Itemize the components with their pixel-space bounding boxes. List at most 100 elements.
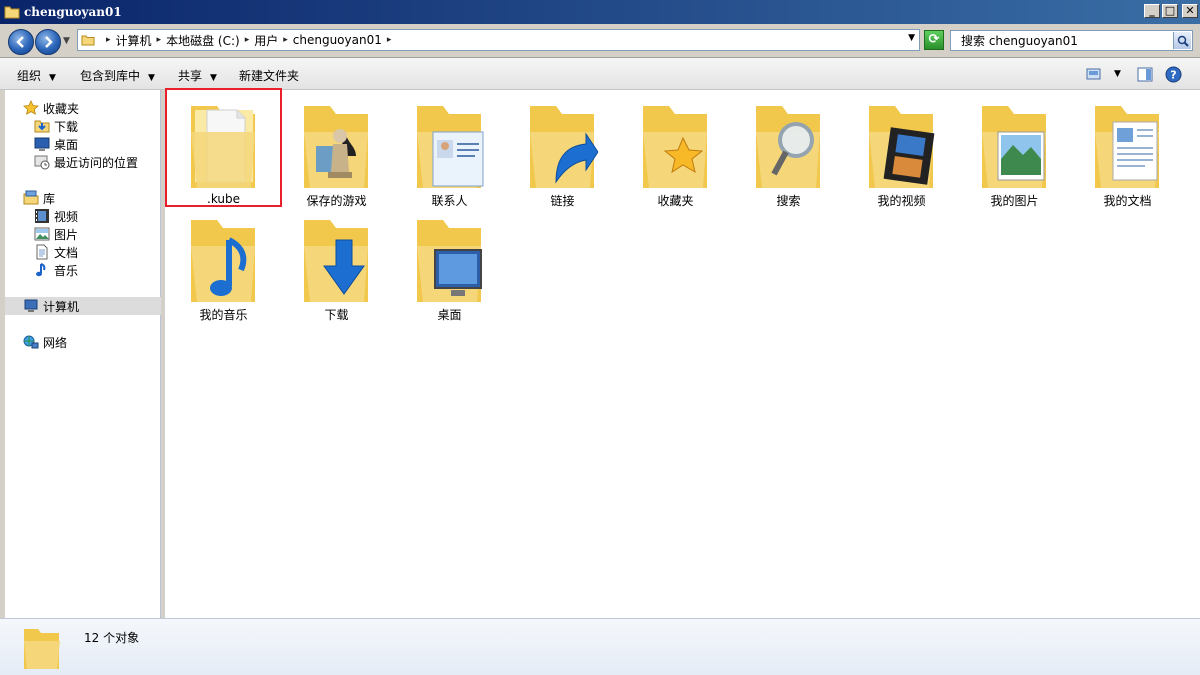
sidebar-item-documents[interactable]: 文档 <box>34 243 78 261</box>
sidebar-item-label: 音乐 <box>54 263 79 278</box>
sidebar-item-downloads[interactable]: 下载 <box>34 117 78 135</box>
organize-menu[interactable]: 组织 ▼ <box>17 67 56 84</box>
new-folder-button[interactable]: 新建文件夹 <box>239 67 299 84</box>
sidebar-item-recent-places[interactable]: 最近访问的位置 <box>34 153 138 171</box>
search-button[interactable] <box>1173 32 1191 49</box>
folder-icon <box>24 629 60 669</box>
command-bar: 组织 ▼ 包含到库中 ▼ 共享 ▼ 新建文件夹 ▼ ? <box>0 58 1200 90</box>
sidebar-item-computer[interactable]: 计算机 <box>5 297 161 315</box>
help-icon[interactable]: ? <box>1165 66 1182 83</box>
refresh-button[interactable]: ⟳ <box>924 30 944 50</box>
change-view-icon[interactable] <box>1086 67 1102 81</box>
file-item[interactable]: 联系人 <box>393 90 506 208</box>
sidebar-item-label: 下载 <box>54 119 79 134</box>
organize-label: 组织 <box>17 69 42 83</box>
back-button[interactable] <box>8 29 34 55</box>
title-bar: chenguoyan01 _ □ ✕ <box>0 0 1200 24</box>
file-item[interactable]: 链接 <box>506 90 619 208</box>
sidebar-item-label: 收藏夹 <box>43 101 80 116</box>
sidebar-item-label: 网络 <box>43 335 68 350</box>
videos-folder-icon <box>869 106 935 188</box>
music-icon <box>36 263 46 277</box>
document-icon <box>36 244 48 260</box>
saved-games-folder-icon <box>304 106 368 188</box>
sidebar-item-network[interactable]: 网络 <box>23 333 67 351</box>
sidebar-item-libraries[interactable]: 库 <box>23 189 55 207</box>
recent-places-icon <box>34 155 50 170</box>
chevron-right-icon[interactable]: ▸ <box>106 35 111 45</box>
desktop-icon <box>34 137 50 151</box>
downloads-folder-icon <box>304 220 368 302</box>
file-item[interactable]: 我的图片 <box>958 90 1071 208</box>
minimize-button[interactable]: _ <box>1144 4 1160 18</box>
breadcrumb-users[interactable]: 用户 <box>254 32 278 49</box>
star-icon <box>23 100 39 115</box>
file-item[interactable]: .kube <box>165 88 282 207</box>
chevron-down-icon: ▼ <box>49 73 56 83</box>
sidebar-item-label: 计算机 <box>43 299 80 314</box>
arrow-right-icon <box>45 36 53 48</box>
sidebar-item-desktop[interactable]: 桌面 <box>34 135 78 153</box>
documents-folder-icon <box>1095 106 1159 188</box>
breadcrumb-computer[interactable]: 计算机 <box>116 32 152 49</box>
window-title: chenguoyan01 <box>24 5 122 19</box>
preview-pane-icon[interactable] <box>1137 67 1153 82</box>
share-menu[interactable]: 共享 ▼ <box>178 67 217 84</box>
sidebar-item-label: 视频 <box>54 209 79 224</box>
maximize-button[interactable]: □ <box>1162 4 1178 18</box>
refresh-icon: ⟳ <box>928 32 940 47</box>
share-label: 共享 <box>178 69 203 83</box>
folder-icon <box>81 35 95 46</box>
network-icon <box>23 335 39 349</box>
file-item[interactable]: 收藏夹 <box>619 90 732 208</box>
recent-pages-dropdown[interactable]: ▼ <box>63 36 70 46</box>
folder-icon <box>4 6 20 19</box>
chevron-right-icon[interactable]: ▸ <box>157 35 162 45</box>
file-item[interactable]: 我的文档 <box>1071 90 1184 208</box>
contacts-folder-icon <box>417 106 484 188</box>
chevron-right-icon[interactable]: ▸ <box>387 35 392 45</box>
file-item[interactable]: 我的视频 <box>845 90 958 208</box>
item-count: 12 个对象 <box>84 631 140 645</box>
file-label: 下载 <box>324 308 349 322</box>
file-label: 我的视频 <box>877 194 926 208</box>
file-item[interactable]: 桌面 <box>393 204 506 322</box>
arrow-left-icon <box>16 36 24 48</box>
sidebar-item-label: 桌面 <box>54 137 79 152</box>
file-label: 收藏夹 <box>657 194 694 208</box>
chevron-down-icon[interactable]: ▼ <box>908 33 915 43</box>
breadcrumb-local-disk[interactable]: 本地磁盘 (C:) <box>166 32 240 49</box>
sidebar-item-videos[interactable]: 视频 <box>34 207 78 225</box>
chevron-down-icon: ▼ <box>210 73 217 83</box>
video-icon <box>35 209 49 223</box>
search-input[interactable]: 搜索 chenguoyan01 <box>950 30 1193 51</box>
file-label: 搜索 <box>776 194 801 208</box>
library-icon <box>23 190 39 205</box>
chevron-right-icon[interactable]: ▸ <box>245 35 250 45</box>
file-item[interactable]: 搜索 <box>732 90 845 208</box>
breadcrumb-user-folder[interactable]: chenguoyan01 <box>293 33 382 47</box>
sidebar-item-pictures[interactable]: 图片 <box>34 225 78 243</box>
search-icon <box>1177 35 1189 47</box>
breadcrumb[interactable]: ▸ 计算机 ▸ 本地磁盘 (C:) ▸ 用户 ▸ chenguoyan01 ▸ … <box>77 29 920 51</box>
folder-icon <box>191 106 255 188</box>
chevron-down-icon[interactable]: ▼ <box>1114 69 1121 79</box>
file-item[interactable]: 我的音乐 <box>167 204 280 322</box>
svg-text:?: ? <box>1170 69 1176 82</box>
sidebar-item-music[interactable]: 音乐 <box>34 261 78 279</box>
navigation-pane: 收藏夹 下载 桌面 最近访问的位置 库 视频 图片 文档 音乐 计算机 网络 <box>5 90 161 618</box>
forward-button[interactable] <box>35 29 61 55</box>
sidebar-item-label: 最近访问的位置 <box>54 155 139 170</box>
sidebar-item-label: 库 <box>43 191 56 206</box>
include-in-library-menu[interactable]: 包含到库中 ▼ <box>80 67 155 84</box>
file-label: 桌面 <box>437 308 462 322</box>
chevron-right-icon[interactable]: ▸ <box>283 35 288 45</box>
pictures-folder-icon <box>982 106 1046 188</box>
close-button[interactable]: ✕ <box>1182 4 1198 18</box>
file-item[interactable]: 保存的游戏 <box>280 90 393 208</box>
sidebar-item-favorites[interactable]: 收藏夹 <box>23 99 79 117</box>
file-item[interactable]: 下载 <box>280 204 393 322</box>
details-pane: 12 个对象 <box>0 618 1200 675</box>
download-folder-icon <box>34 120 50 133</box>
include-in-library-label: 包含到库中 <box>80 69 141 83</box>
